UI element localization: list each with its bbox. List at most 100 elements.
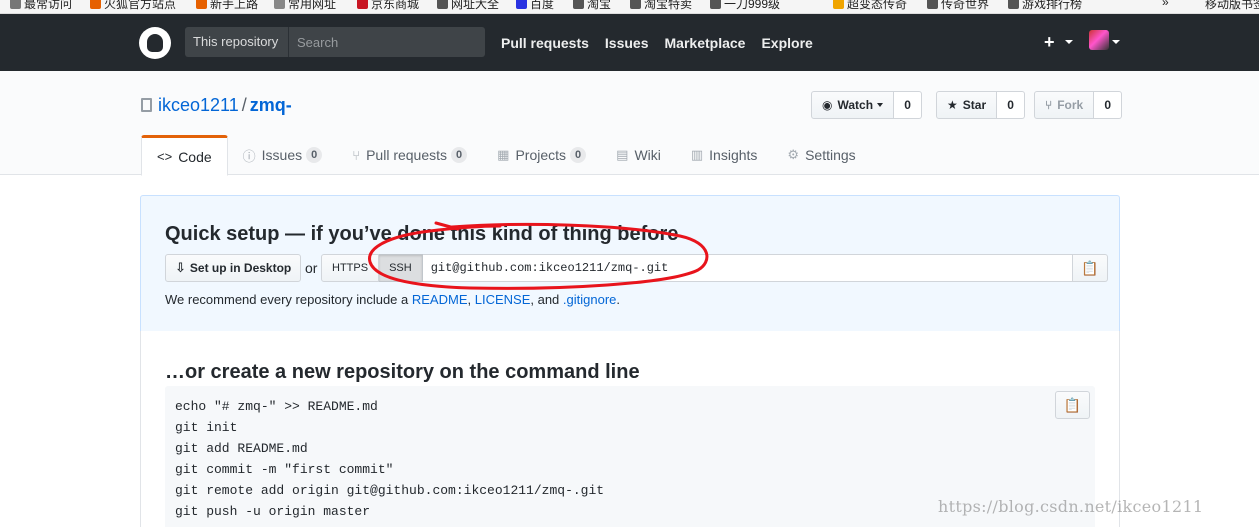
watermark: https://blog.csdn.net/ikceo1211: [938, 497, 1204, 516]
chevron-down-icon[interactable]: [1112, 40, 1120, 44]
license-link[interactable]: LICENSE: [475, 292, 531, 307]
book-icon: ▤: [616, 147, 629, 162]
repo-header: ikceo1211/zmq- ◉ Watch 0 ★ Star 0 ⑂ Fork 0 …: [0, 71, 1259, 176]
bookmark-item[interactable]: 常用网址: [274, 0, 336, 12]
folder-icon: [274, 0, 285, 9]
globe-icon: [573, 0, 584, 9]
graph-icon: ▥: [690, 147, 704, 162]
tab-insights[interactable]: ▥ Insights: [676, 135, 773, 175]
watch-count[interactable]: 0: [894, 91, 923, 119]
star-icon: ★: [947, 98, 958, 112]
bookmark-item[interactable]: 淘宝特卖: [630, 0, 692, 12]
tab-counter: 0: [570, 147, 587, 163]
bookmark-item[interactable]: 最常访问: [10, 0, 72, 12]
tab-pull-requests[interactable]: ⑂ Pull requests 0: [337, 135, 482, 175]
folder-icon: [90, 0, 101, 9]
watch-button[interactable]: ◉ Watch: [811, 91, 895, 119]
star-button[interactable]: ★ Star: [936, 91, 998, 119]
gitignore-link[interactable]: .gitignore: [563, 292, 616, 307]
bookmark-item[interactable]: 京东商城: [357, 0, 419, 12]
repo-owner-link[interactable]: ikceo1211: [158, 95, 239, 115]
globe-icon: [927, 0, 938, 9]
bookmark-item[interactable]: 火狐官方站点: [90, 0, 176, 12]
bookmarks-bar: 最常访问 火狐官方站点 新手上路 常用网址 京东商城 网址大全 百度 淘宝 淘宝…: [0, 0, 1259, 14]
code-icon: <>: [157, 149, 173, 164]
nav-explore[interactable]: Explore: [761, 28, 812, 58]
gear-icon: ⚙: [787, 147, 800, 162]
globe-icon: [437, 0, 448, 9]
gear-icon: [10, 0, 21, 9]
bookmark-item[interactable]: 淘宝: [573, 0, 611, 12]
nav-issues[interactable]: Issues: [605, 28, 649, 58]
github-logo-icon[interactable]: [139, 27, 171, 59]
setup-desktop-button[interactable]: ⇩ Set up in Desktop: [165, 254, 302, 282]
smiley-icon: [833, 0, 844, 9]
tab-counter: 0: [306, 147, 323, 163]
bookmark-item[interactable]: 超变态传奇: [833, 0, 907, 12]
fork-action: ⑂ Fork 0: [1034, 91, 1123, 119]
tab-counter: 0: [451, 147, 468, 163]
clone-url-input[interactable]: [422, 254, 1073, 282]
copy-commands-button[interactable]: 📋: [1055, 391, 1090, 419]
clone-url-group: HTTPS SSH 📋: [321, 254, 1108, 282]
star-count[interactable]: 0: [997, 91, 1026, 119]
desktop-download-icon: ⇩: [175, 260, 186, 275]
code-line: git add README.md: [175, 441, 308, 456]
clipboard-icon: 📋: [1063, 396, 1082, 413]
baidu-icon: [516, 0, 527, 9]
clipboard-icon: 📋: [1080, 259, 1099, 276]
tab-issues[interactable]: ⓘ Issues 0: [228, 135, 338, 175]
code-line: git commit -m "first commit": [175, 462, 394, 477]
site-header: This repository Pull requests Issues Mar…: [0, 14, 1259, 71]
chevron-down-icon: [877, 103, 884, 107]
bookmark-item[interactable]: 传奇世界: [927, 0, 989, 12]
copy-clone-url-button[interactable]: 📋: [1072, 254, 1108, 282]
firefox-icon: [196, 0, 207, 9]
fork-icon: ⑂: [1045, 98, 1053, 112]
search-form: This repository: [185, 27, 485, 57]
eye-icon: ◉: [822, 98, 833, 112]
globe-icon: [710, 0, 721, 9]
star-action: ★ Star 0: [936, 91, 1026, 119]
plus-icon[interactable]: +: [1044, 33, 1055, 51]
repo-tabs: <> Code ⓘ Issues 0 ⑂ Pull requests 0 ▦ Project…: [141, 135, 871, 176]
globe-icon: [1008, 0, 1019, 9]
issue-icon: ⓘ: [242, 148, 256, 164]
or-text: or: [305, 260, 318, 276]
nav-pull-requests[interactable]: Pull requests: [501, 28, 589, 58]
nav-marketplace[interactable]: Marketplace: [665, 28, 746, 58]
fork-button[interactable]: ⑂ Fork: [1034, 91, 1095, 119]
https-button[interactable]: HTTPS: [321, 254, 380, 282]
quick-setup-title: Quick setup — if you’ve done this kind o…: [165, 223, 679, 245]
tab-projects[interactable]: ▦ Projects 0: [482, 135, 601, 175]
bookmark-item[interactable]: 新手上路: [196, 0, 258, 12]
bookmark-item[interactable]: 一刀999级: [710, 0, 780, 12]
readme-link[interactable]: README: [412, 292, 468, 307]
project-icon: ▦: [497, 147, 510, 162]
fork-count[interactable]: 0: [1094, 91, 1123, 119]
tab-wiki[interactable]: ▤ Wiki: [601, 135, 676, 175]
avatar[interactable]: [1089, 30, 1109, 50]
tab-code[interactable]: <> Code: [141, 135, 228, 176]
quick-setup-panel: Quick setup — if you’ve done this kind o…: [140, 195, 1120, 332]
pull-request-icon: ⑂: [352, 147, 361, 163]
phone-icon: [1195, 0, 1202, 9]
chevron-down-icon[interactable]: [1065, 40, 1073, 44]
ssh-button[interactable]: SSH: [379, 254, 423, 282]
jd-icon: [357, 0, 368, 9]
repo-name-link[interactable]: zmq-: [250, 95, 292, 115]
command-line-title: …or create a new repository on the comma…: [165, 361, 640, 383]
tab-settings[interactable]: ⚙ Settings: [772, 135, 870, 175]
globe-icon: [630, 0, 641, 9]
bookmark-item[interactable]: 百度: [516, 0, 554, 12]
search-scope-label[interactable]: This repository: [185, 27, 289, 57]
recommend-text: We recommend every repository include a …: [165, 292, 621, 307]
bookmarks-overflow[interactable]: »: [1162, 0, 1169, 9]
bookmark-item[interactable]: 网址大全: [437, 0, 499, 12]
bookmark-item[interactable]: 游戏排行榜: [1008, 0, 1082, 12]
repo-title: ikceo1211/zmq-: [141, 95, 292, 116]
search-input[interactable]: [289, 27, 485, 57]
repo-book-icon: [141, 98, 152, 112]
header-nav: Pull requests Issues Marketplace Explore: [501, 28, 829, 58]
mobile-bookmarks[interactable]: 移动版书签: [1195, 0, 1259, 12]
